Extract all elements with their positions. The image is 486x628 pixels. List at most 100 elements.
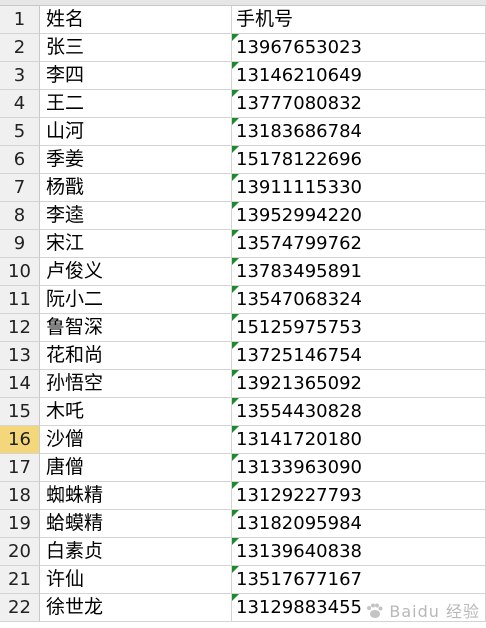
cell-phone[interactable]: 13911115330 <box>232 174 486 202</box>
cell-phone-value: 13141720180 <box>236 429 362 450</box>
cell-phone-value: 13554430828 <box>236 401 362 422</box>
cell-name[interactable]: 蛤蟆精 <box>40 510 232 538</box>
number-stored-as-text-icon <box>232 62 239 69</box>
cell-phone[interactable]: 13139640838 <box>232 538 486 566</box>
row-number[interactable]: 8 <box>0 202 40 230</box>
row-number[interactable]: 11 <box>0 286 40 314</box>
table-row: 19 蛤蟆精 13182095984 <box>0 510 486 538</box>
cell-phone[interactable]: 13554430828 <box>232 398 486 426</box>
number-stored-as-text-icon <box>232 482 239 489</box>
cell-phone-value: 13967653023 <box>236 37 362 58</box>
cell-phone[interactable]: 13921365092 <box>232 370 486 398</box>
cell-phone[interactable]: 13129227793 <box>232 482 486 510</box>
cell-name[interactable]: 李逵 <box>40 202 232 230</box>
cell-name[interactable]: 蜘蛛精 <box>40 482 232 510</box>
cell-name[interactable]: 许仙 <box>40 566 232 594</box>
cell-name[interactable]: 季姜 <box>40 146 232 174</box>
cell-name[interactable]: 杨戬 <box>40 174 232 202</box>
number-stored-as-text-icon <box>232 286 239 293</box>
cell-phone[interactable]: 15125975753 <box>232 314 486 342</box>
cell-phone[interactable]: 13517677167 <box>232 566 486 594</box>
cell-name[interactable]: 李四 <box>40 62 232 90</box>
table-row: 16 沙僧 13141720180 <box>0 426 486 454</box>
number-stored-as-text-icon <box>232 566 239 573</box>
cell-phone[interactable]: 15178122696 <box>232 146 486 174</box>
cell-phone[interactable]: 13146210649 <box>232 62 486 90</box>
watermark-text: Baidu 经验 <box>389 602 480 621</box>
number-stored-as-text-icon <box>232 454 239 461</box>
cell-phone[interactable]: 13182095984 <box>232 510 486 538</box>
number-stored-as-text-icon <box>232 538 239 545</box>
cell-name[interactable]: 花和尚 <box>40 342 232 370</box>
table-row: 7 杨戬 13911115330 <box>0 174 486 202</box>
cell-header-name[interactable]: 姓名 <box>40 6 232 34</box>
cell-phone[interactable]: 13141720180 <box>232 426 486 454</box>
number-stored-as-text-icon <box>232 174 239 181</box>
table-row: 15 木吒 13554430828 <box>0 398 486 426</box>
paw-logo-icon <box>367 603 383 618</box>
row-number[interactable]: 21 <box>0 566 40 594</box>
row-number[interactable]: 15 <box>0 398 40 426</box>
row-number[interactable]: 10 <box>0 258 40 286</box>
row-number[interactable]: 19 <box>0 510 40 538</box>
cell-name[interactable]: 山河 <box>40 118 232 146</box>
table-row: 2 张三 13967653023 <box>0 34 486 62</box>
table-row: 5 山河 13183686784 <box>0 118 486 146</box>
number-stored-as-text-icon <box>232 314 239 321</box>
row-number[interactable]: 3 <box>0 62 40 90</box>
cell-name[interactable]: 宋江 <box>40 230 232 258</box>
cell-phone[interactable]: 13967653023 <box>232 34 486 62</box>
table-row: 10 卢俊义 13783495891 <box>0 258 486 286</box>
row-number[interactable]: 22 <box>0 594 40 622</box>
row-number[interactable]: 6 <box>0 146 40 174</box>
cell-name[interactable]: 木吒 <box>40 398 232 426</box>
cell-name[interactable]: 阮小二 <box>40 286 232 314</box>
row-number[interactable]: 18 <box>0 482 40 510</box>
row-number[interactable]: 5 <box>0 118 40 146</box>
cell-phone[interactable]: 13952994220 <box>232 202 486 230</box>
row-number[interactable]: 12 <box>0 314 40 342</box>
table-row: 9 宋江 13574799762 <box>0 230 486 258</box>
cell-name[interactable]: 唐僧 <box>40 454 232 482</box>
cell-name[interactable]: 王二 <box>40 90 232 118</box>
number-stored-as-text-icon <box>232 594 239 601</box>
cell-phone-value: 15125975753 <box>236 317 362 338</box>
cell-name[interactable]: 白素贞 <box>40 538 232 566</box>
row-number[interactable]: 13 <box>0 342 40 370</box>
number-stored-as-text-icon <box>232 342 239 349</box>
row-number[interactable]: 17 <box>0 454 40 482</box>
cell-phone[interactable]: 13183686784 <box>232 118 486 146</box>
row-number[interactable]: 4 <box>0 90 40 118</box>
cell-phone[interactable]: 13574799762 <box>232 230 486 258</box>
table-row: 8 李逵 13952994220 <box>0 202 486 230</box>
cell-name[interactable]: 张三 <box>40 34 232 62</box>
number-stored-as-text-icon <box>232 34 239 41</box>
cell-phone-value: 15178122696 <box>236 149 362 170</box>
cell-phone[interactable]: 13783495891 <box>232 258 486 286</box>
row-number[interactable]: 16 <box>0 426 40 454</box>
cell-phone-value: 13517677167 <box>236 569 362 590</box>
table-row: 20 白素贞 13139640838 <box>0 538 486 566</box>
cell-phone[interactable]: 13777080832 <box>232 90 486 118</box>
row-number[interactable]: 20 <box>0 538 40 566</box>
cell-phone[interactable]: 13133963090 <box>232 454 486 482</box>
cell-name[interactable]: 徐世龙 <box>40 594 232 622</box>
cell-phone[interactable]: 13725146754 <box>232 342 486 370</box>
cell-header-phone[interactable]: 手机号 <box>232 6 486 34</box>
row-number[interactable]: 14 <box>0 370 40 398</box>
row-number-header[interactable]: 1 <box>0 6 40 34</box>
cell-phone-value: 13146210649 <box>236 65 362 86</box>
cell-name[interactable]: 沙僧 <box>40 426 232 454</box>
cell-name[interactable]: 卢俊义 <box>40 258 232 286</box>
table-row: 3 李四 13146210649 <box>0 62 486 90</box>
number-stored-as-text-icon <box>232 398 239 405</box>
cell-phone[interactable]: 13547068324 <box>232 286 486 314</box>
row-number[interactable]: 7 <box>0 174 40 202</box>
row-number[interactable]: 9 <box>0 230 40 258</box>
cell-name[interactable]: 孙悟空 <box>40 370 232 398</box>
row-number[interactable]: 2 <box>0 34 40 62</box>
table-row: 21 许仙 13517677167 <box>0 566 486 594</box>
spreadsheet-grid: 1 姓名 手机号 2 张三 13967653023 3 李四 13146210649 4 王二… <box>0 0 486 628</box>
cell-phone-value: 13574799762 <box>236 233 362 254</box>
cell-name[interactable]: 鲁智深 <box>40 314 232 342</box>
